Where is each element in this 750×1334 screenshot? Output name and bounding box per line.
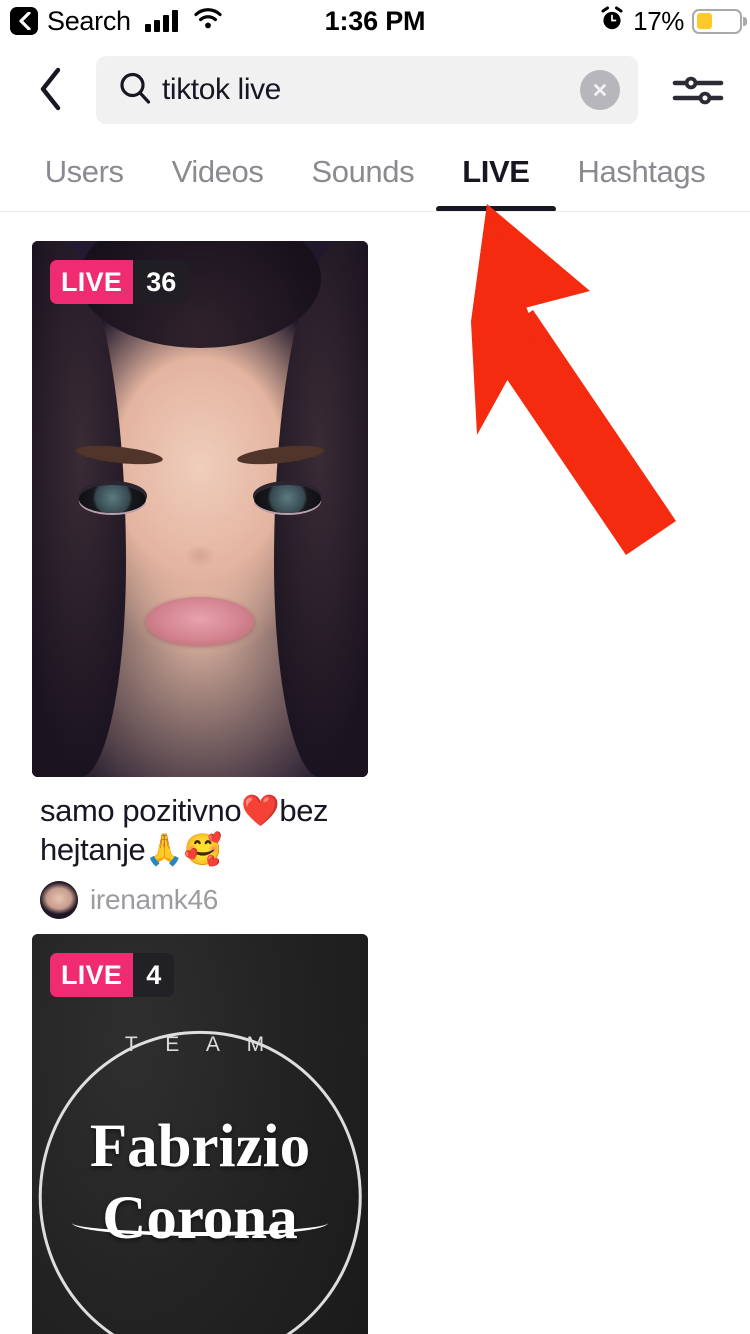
search-header: tiktok live xyxy=(0,46,750,134)
search-bar[interactable]: tiktok live xyxy=(96,56,638,124)
logo-top-arc-text: T E A M xyxy=(124,1033,276,1057)
live-results-grid: LIVE 36 samo pozitivno❤️bez hejtanje🙏🥰 i… xyxy=(32,241,718,1334)
app-root: Search 1:36 PM 17% tiktok live Users Vid… xyxy=(0,0,750,1334)
tab-label: Hashtags xyxy=(577,154,706,189)
search-result-tabs: Users Videos Sounds LIVE Hashtags xyxy=(0,140,750,212)
logo-line-1: Fabrizio xyxy=(89,1112,311,1180)
live-thumbnail[interactable]: LIVE 36 xyxy=(32,241,368,777)
tab-live[interactable]: LIVE xyxy=(435,140,556,212)
live-badge: LIVE 4 xyxy=(50,953,175,998)
live-badge-label: LIVE xyxy=(50,953,134,998)
status-bar-right: 17% xyxy=(599,5,747,37)
tab-sounds[interactable]: Sounds xyxy=(311,140,414,190)
live-card-user[interactable]: irenamk46 xyxy=(40,881,366,920)
tab-label: Users xyxy=(44,154,124,189)
status-bar: Search 1:36 PM 17% xyxy=(0,0,750,42)
chevron-left-icon xyxy=(40,67,61,111)
alarm-clock-icon xyxy=(599,6,625,37)
live-card[interactable]: T E A M Fabrizio Corona F A B R I Z I O … xyxy=(32,934,368,1334)
live-card-username[interactable]: irenamk46 xyxy=(90,884,218,916)
back-button[interactable] xyxy=(22,60,80,118)
tab-hashtags[interactable]: Hashtags xyxy=(578,140,706,190)
live-viewer-count: 36 xyxy=(133,260,190,304)
live-card-meta: samo pozitivno❤️bez hejtanje🙏🥰 irenamk46 xyxy=(32,777,368,920)
tab-users[interactable]: Users xyxy=(45,140,124,190)
live-card-caption: samo pozitivno❤️bez hejtanje🙏🥰 xyxy=(40,793,329,868)
filter-sliders-icon[interactable] xyxy=(668,64,728,116)
avatar xyxy=(40,881,78,920)
tab-videos[interactable]: Videos xyxy=(172,140,264,190)
clear-search-icon[interactable] xyxy=(580,70,620,110)
tab-label: Sounds xyxy=(311,154,415,189)
live-viewer-count: 4 xyxy=(133,953,175,998)
thumbnail-artwork xyxy=(32,241,368,777)
live-badge: LIVE 36 xyxy=(50,260,190,304)
search-icon xyxy=(118,71,152,110)
live-badge-label: LIVE xyxy=(50,260,134,304)
battery-percent-label: 17% xyxy=(633,5,684,36)
search-input[interactable]: tiktok live xyxy=(162,73,580,107)
live-card[interactable]: LIVE 36 samo pozitivno❤️bez hejtanje🙏🥰 i… xyxy=(32,241,368,920)
battery-low-icon xyxy=(692,8,747,34)
tabs-divider xyxy=(0,211,750,212)
live-thumbnail[interactable]: T E A M Fabrizio Corona F A B R I Z I O … xyxy=(32,934,368,1334)
tab-label: Videos xyxy=(171,154,264,189)
tab-label: LIVE xyxy=(462,154,530,189)
